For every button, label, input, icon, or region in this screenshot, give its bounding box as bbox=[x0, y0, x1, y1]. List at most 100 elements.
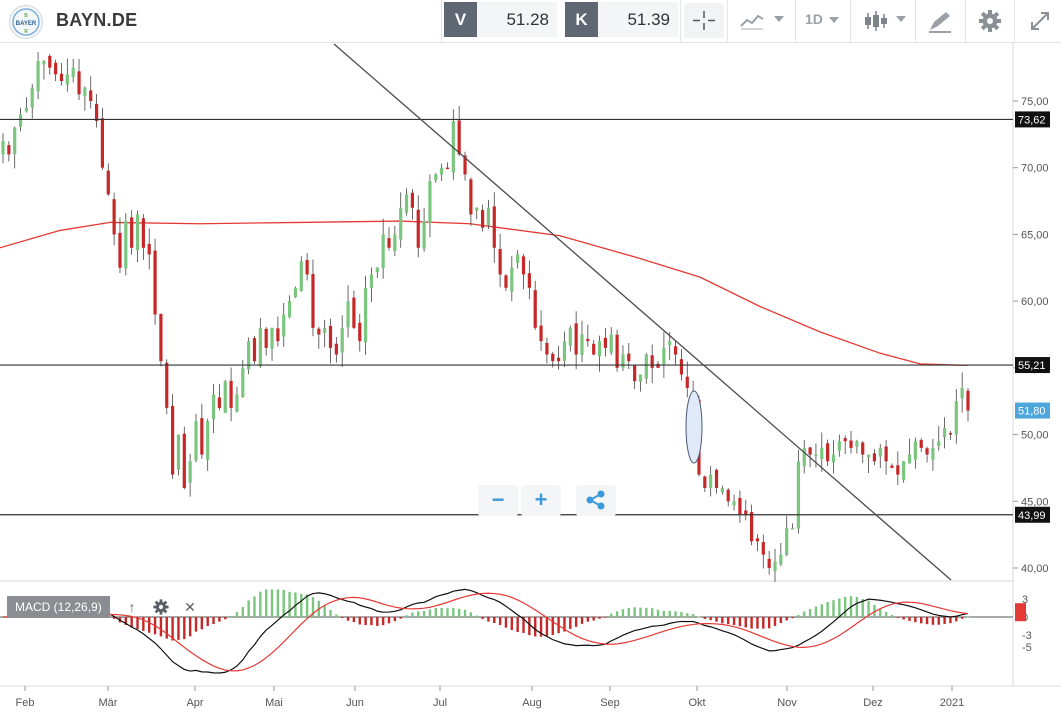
candle-body bbox=[276, 328, 280, 342]
macd-histogram-bar bbox=[177, 617, 180, 640]
candle-body bbox=[235, 394, 239, 412]
macd-histogram-bar bbox=[680, 611, 683, 617]
candle-body bbox=[165, 362, 169, 408]
candle-body bbox=[557, 357, 561, 362]
share-button[interactable] bbox=[576, 485, 616, 516]
macd-histogram-bar bbox=[364, 617, 367, 626]
macd-histogram-bar bbox=[452, 607, 455, 617]
candle-body bbox=[902, 461, 906, 480]
toolbar-separator bbox=[727, 0, 728, 42]
candle-body bbox=[311, 274, 315, 328]
crosshair-button[interactable] bbox=[684, 3, 724, 38]
macd-histogram-bar bbox=[779, 617, 783, 624]
candle-body bbox=[896, 465, 900, 475]
interval-menu[interactable]: 1D bbox=[805, 11, 845, 33]
gap-marker[interactable] bbox=[685, 390, 703, 464]
candle-body bbox=[779, 554, 783, 565]
candle-body bbox=[621, 354, 625, 368]
horizontal-levels[interactable] bbox=[0, 118, 1013, 516]
macd-signal-line bbox=[3, 592, 969, 672]
candle-body bbox=[124, 221, 128, 269]
candle-body bbox=[539, 325, 543, 342]
macd-histogram-bar bbox=[510, 617, 514, 631]
chart-type-menu[interactable] bbox=[738, 8, 788, 34]
chart-toolbar: BAYER B R BAYN.DE V 51.28 K 51.39 1D bbox=[0, 0, 1061, 43]
macd-histogram-bar bbox=[183, 617, 186, 640]
zoom-in-button[interactable]: + bbox=[521, 485, 561, 516]
macd-histogram-bar bbox=[925, 617, 929, 625]
candle-style-menu[interactable] bbox=[862, 8, 910, 34]
zoom-out-button[interactable]: − bbox=[478, 485, 518, 516]
macd-histogram-bar bbox=[335, 614, 338, 617]
drawing-tools-button[interactable] bbox=[926, 8, 954, 34]
macd-histogram-bar bbox=[709, 617, 712, 621]
macd-histogram-bar bbox=[884, 611, 888, 617]
candle-body bbox=[943, 427, 947, 438]
moving-average-200 bbox=[0, 220, 968, 366]
macd-histogram-bar bbox=[674, 611, 677, 617]
macd-histogram-bar bbox=[253, 596, 256, 617]
macd-histogram-bar bbox=[686, 613, 689, 617]
candle-body bbox=[229, 380, 233, 408]
candle-body bbox=[609, 334, 613, 353]
candle-body bbox=[194, 421, 198, 461]
indicator-settings-button[interactable] bbox=[152, 598, 170, 616]
time-tick-label: Aug bbox=[522, 697, 542, 709]
ask-value: 51.39 bbox=[598, 2, 678, 37]
gear-icon bbox=[153, 599, 169, 615]
macd-histogram-bar bbox=[545, 617, 549, 636]
macd-histogram-bar bbox=[896, 617, 900, 618]
expand-icon bbox=[1031, 12, 1049, 30]
arrow-up-icon: ↑ bbox=[128, 599, 136, 615]
price-tick-label: 40,00 bbox=[1021, 563, 1049, 575]
candle-body bbox=[498, 249, 502, 275]
time-tick-label: 2021 bbox=[940, 697, 964, 709]
candle-body bbox=[568, 327, 572, 346]
macd-histogram-bar bbox=[504, 617, 508, 628]
candle-body bbox=[679, 359, 684, 375]
macd-indicator-label[interactable]: MACD (12,26,9) bbox=[7, 596, 110, 618]
candle-body bbox=[755, 538, 760, 542]
macd-histogram-bar bbox=[744, 617, 747, 628]
macd-histogram-bar bbox=[341, 617, 344, 618]
trend-line[interactable] bbox=[333, 43, 952, 581]
macd-histogram-bar bbox=[200, 617, 204, 630]
toolbar-separator bbox=[680, 0, 681, 42]
macd-histogram-bar bbox=[300, 594, 303, 617]
macd-histogram-bar bbox=[399, 617, 402, 619]
pencil-icon bbox=[929, 12, 951, 33]
candle-body bbox=[966, 390, 970, 411]
candlestick-icon bbox=[865, 11, 887, 31]
candle-body bbox=[475, 207, 479, 211]
candle-body bbox=[796, 461, 800, 529]
toolbar-separator bbox=[441, 0, 442, 42]
fullscreen-button[interactable] bbox=[1027, 8, 1053, 34]
candle-body bbox=[744, 510, 748, 515]
settings-button[interactable] bbox=[977, 8, 1003, 34]
time-tick-label: Nov bbox=[777, 697, 797, 709]
candle-body bbox=[416, 209, 420, 248]
candle-body bbox=[884, 446, 888, 462]
time-tick-label: Mai bbox=[265, 697, 283, 709]
candle-body bbox=[551, 353, 555, 362]
instrument-symbol: BAYN.DE bbox=[56, 10, 138, 30]
macd-histogram-bar bbox=[785, 617, 788, 621]
candle-body bbox=[217, 397, 221, 408]
macd-histogram-bar bbox=[803, 611, 806, 617]
macd-histogram-bar bbox=[791, 617, 794, 619]
macd-histogram-bar bbox=[381, 617, 385, 626]
candle-body bbox=[223, 381, 227, 413]
macd-histogram-bar bbox=[650, 608, 654, 617]
candle-body bbox=[814, 454, 818, 457]
remove-indicator-button[interactable]: ✕ bbox=[181, 598, 199, 616]
candle-body bbox=[369, 274, 374, 288]
macd-histogram-bar bbox=[721, 617, 724, 624]
candle-body bbox=[960, 387, 964, 399]
macd-histogram-bar bbox=[621, 609, 625, 617]
macd-histogram-bar bbox=[329, 609, 332, 617]
chevron-down-icon bbox=[896, 16, 906, 22]
candle-body bbox=[18, 114, 23, 127]
plus-icon: + bbox=[534, 487, 548, 512]
macd-histogram-bar bbox=[224, 617, 227, 620]
move-up-button[interactable]: ↑ bbox=[123, 598, 141, 616]
